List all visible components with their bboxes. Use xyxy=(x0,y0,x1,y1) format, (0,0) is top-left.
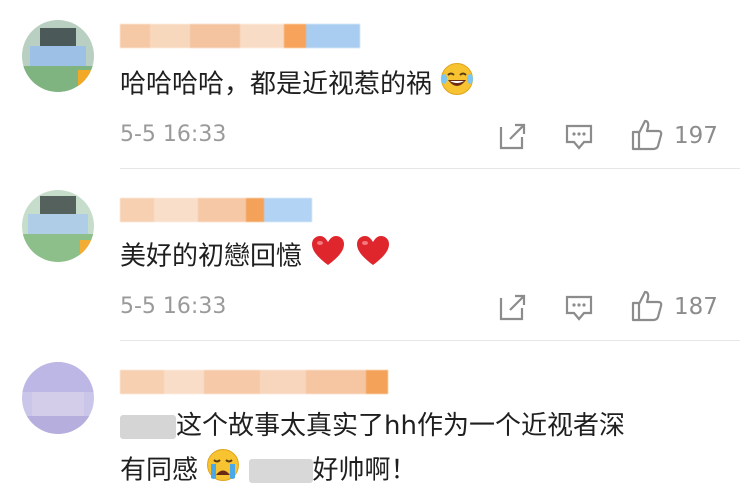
comment-icon[interactable] xyxy=(564,121,594,155)
share-icon[interactable] xyxy=(498,121,528,155)
comment-text: 哈哈哈哈，都是近视惹的祸 xyxy=(120,62,474,108)
avatar[interactable] xyxy=(22,362,94,434)
avatar[interactable] xyxy=(22,20,94,92)
timestamp: 5-5 16:33 xyxy=(120,294,227,319)
crying-face-emoji xyxy=(206,448,240,494)
laughing-with-tears-emoji xyxy=(440,62,474,108)
comment-text: 美好的初戀回憶 xyxy=(120,234,391,280)
timestamp: 5-5 16:33 xyxy=(120,122,227,147)
comment-2: 美好的初戀回憶 5-5 16:33 187 xyxy=(0,168,740,340)
comment-text-line-2: 有同感 好帅啊！ xyxy=(120,448,417,494)
username-blurred[interactable] xyxy=(120,198,312,222)
username-blurred[interactable] xyxy=(120,370,388,394)
comment-3: 这个故事太真实了hh作为一个近视者深 有同感 好帅啊！ xyxy=(0,340,740,497)
like-icon[interactable] xyxy=(630,118,664,156)
comment-text-line-1: 这个故事太真实了hh作为一个近视者深 xyxy=(120,406,625,446)
mention-blurred[interactable] xyxy=(248,459,313,483)
comment-icon[interactable] xyxy=(564,292,594,326)
action-bar: 197 xyxy=(480,117,740,157)
action-bar: 187 xyxy=(480,288,740,328)
avatar[interactable] xyxy=(22,190,94,262)
like-count: 197 xyxy=(674,123,718,149)
share-icon[interactable] xyxy=(498,292,528,326)
red-heart-emoji xyxy=(355,234,391,280)
mention-blurred[interactable] xyxy=(120,414,176,439)
username-blurred[interactable] xyxy=(120,24,360,48)
red-heart-emoji xyxy=(310,234,346,280)
like-count: 187 xyxy=(674,294,718,320)
comment-1: 哈哈哈哈，都是近视惹的祸 5-5 16:33 197 xyxy=(0,0,740,168)
like-icon[interactable] xyxy=(630,289,664,327)
